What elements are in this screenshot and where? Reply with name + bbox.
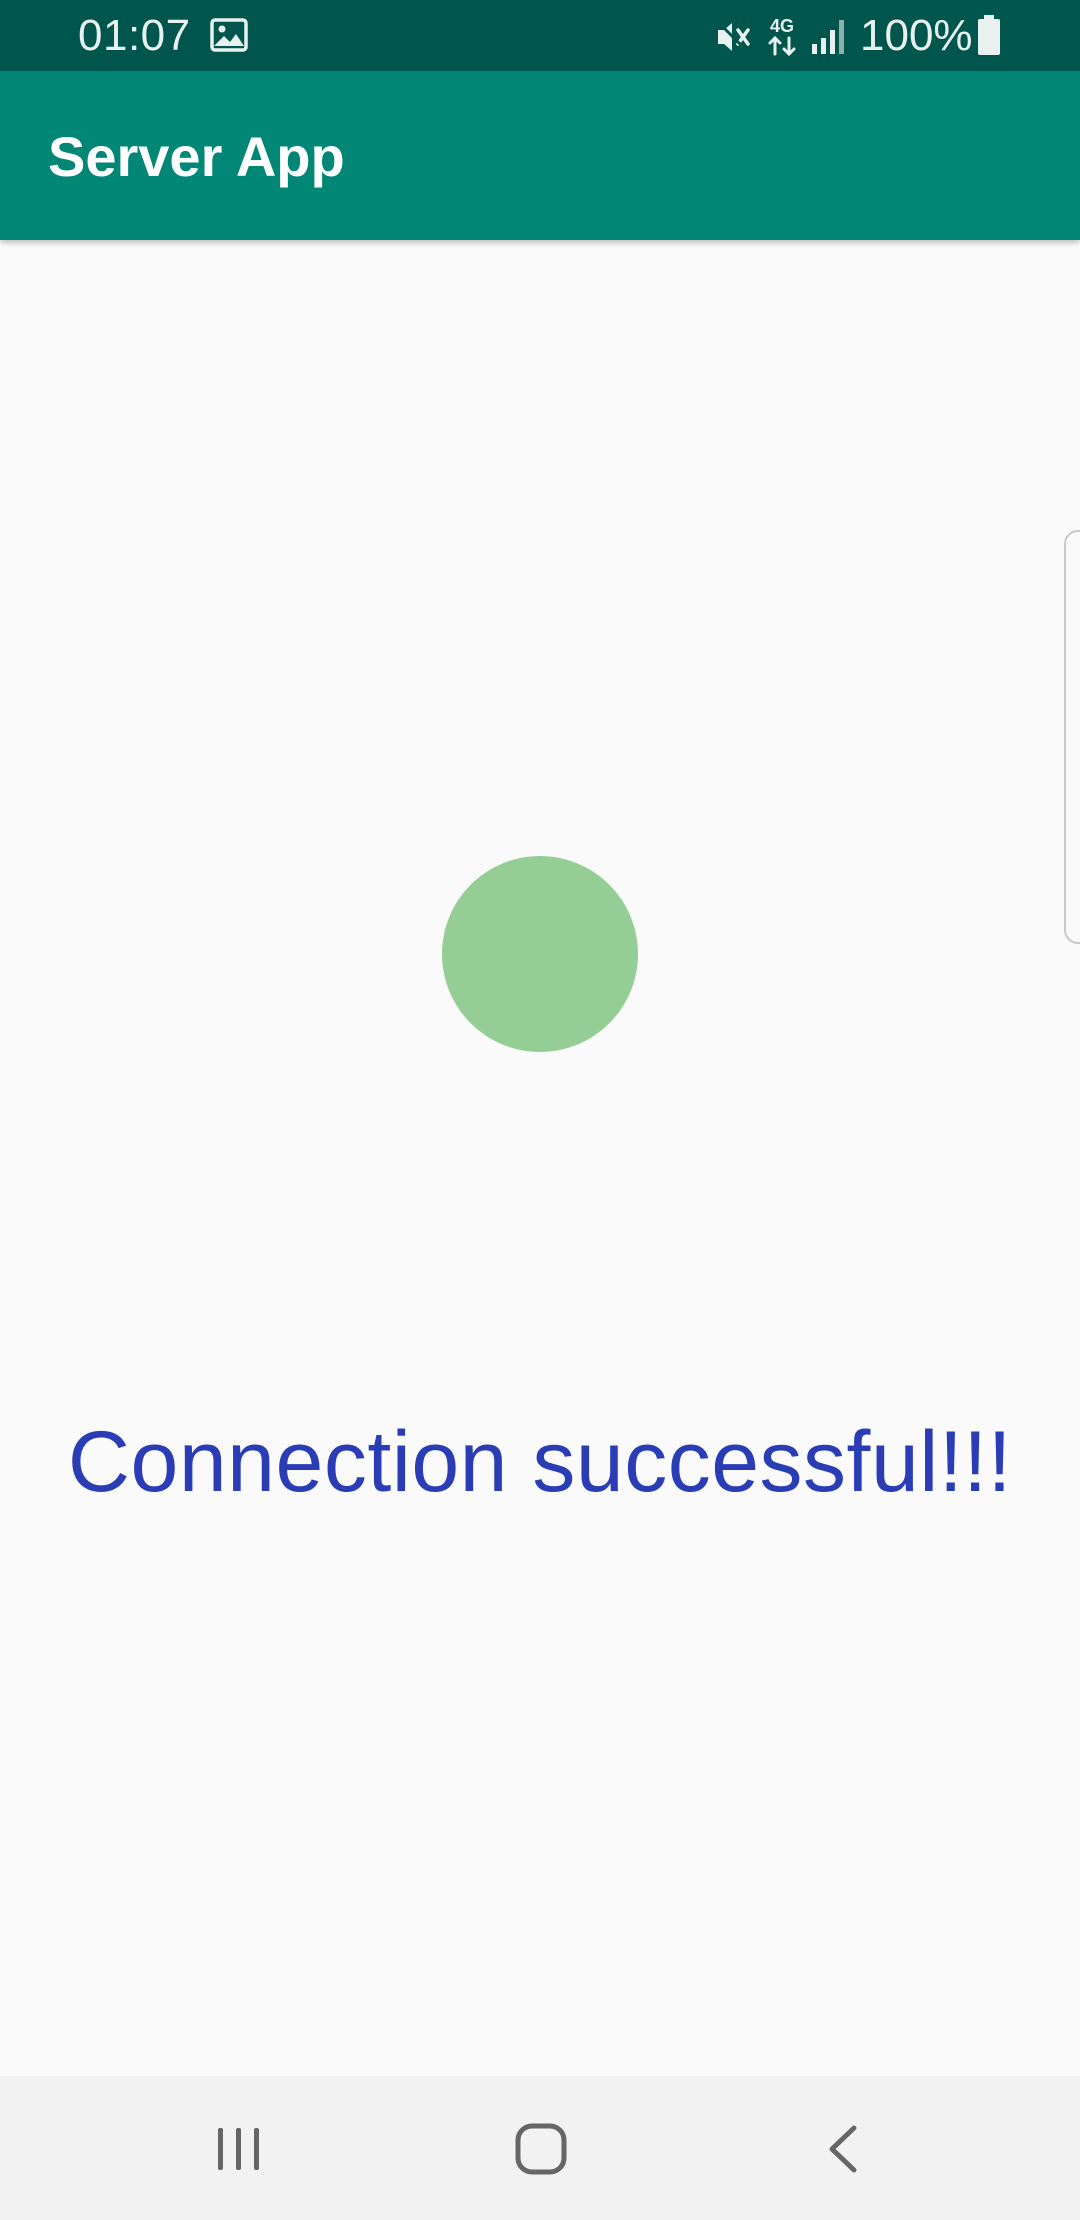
signal-icon <box>810 16 850 56</box>
connection-message: Connection successful!!! <box>67 1414 1013 1510</box>
edge-panel-handle[interactable] <box>1064 530 1080 944</box>
status-time: 01:07 <box>78 11 191 60</box>
status-bar: 01:07 4G 100% <box>0 0 1080 71</box>
app-bar: Server App <box>0 71 1080 240</box>
network-label: 4G <box>770 16 794 36</box>
connection-status-indicator <box>442 856 638 1052</box>
battery-icon <box>976 14 1002 56</box>
navigation-bar <box>0 2076 1080 2220</box>
back-icon[interactable] <box>816 2120 874 2178</box>
screen: 01:07 4G 100% Server App Connection succ… <box>0 0 1080 2220</box>
app-title: Server App <box>48 125 345 188</box>
home-icon[interactable] <box>510 2118 572 2180</box>
recents-icon[interactable] <box>210 2120 268 2178</box>
battery-percentage: 100% <box>860 11 973 60</box>
4g-data-icon: 4G <box>764 14 800 58</box>
gallery-icon <box>210 18 248 52</box>
mute-icon <box>714 18 754 56</box>
